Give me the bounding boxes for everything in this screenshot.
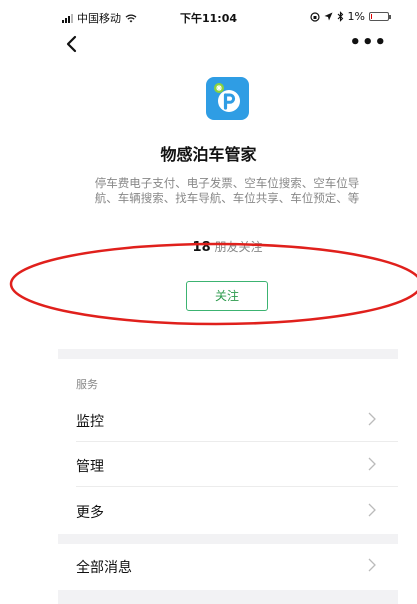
service-item-label: 管理 [76, 459, 104, 475]
status-bar: 中国移动 下午11:04 1% [0, 0, 417, 30]
all-messages-label: 全部消息 [76, 560, 132, 576]
parking-p-icon [214, 83, 240, 112]
service-item-label: 监控 [76, 414, 104, 430]
status-right: 1% [309, 10, 391, 23]
app-logo [206, 77, 249, 120]
followers-info: 18 朋友关注 [0, 238, 417, 255]
chevron-right-icon [368, 503, 376, 517]
service-item-manage[interactable]: 管理 [58, 443, 398, 487]
section-divider [58, 349, 398, 359]
followers-count: 18 [192, 240, 211, 255]
app-name: 物感泊车管家 [160, 145, 257, 164]
chevron-right-icon [368, 457, 376, 471]
all-messages-row[interactable]: 全部消息 [58, 544, 398, 588]
row-divider [76, 486, 398, 487]
followers-label: 朋友关注 [210, 240, 263, 254]
service-item-more[interactable]: 更多 [58, 489, 398, 533]
bluetooth-icon [337, 11, 343, 22]
battery-icon [369, 12, 391, 21]
service-item-monitor[interactable]: 监控 [58, 398, 398, 442]
services-section-title: 服务 [76, 378, 98, 391]
app-description: 停车费电子支付、电子发票、空车位搜索、空车位导航、车辆搜索、找车导航、车位共享、… [94, 176, 360, 205]
follow-button[interactable]: 关注 [186, 281, 268, 311]
more-options-button[interactable]: ••• [349, 34, 387, 52]
bottom-divider [58, 590, 398, 604]
battery-percent: 1% [347, 10, 365, 23]
section-divider [58, 534, 398, 544]
back-arrow-icon[interactable] [62, 34, 82, 54]
chevron-right-icon [368, 412, 376, 426]
service-item-label: 更多 [76, 505, 104, 521]
orientation-lock-icon [309, 11, 320, 22]
chevron-right-icon [368, 558, 376, 572]
row-divider [76, 441, 398, 442]
location-icon [324, 12, 333, 21]
